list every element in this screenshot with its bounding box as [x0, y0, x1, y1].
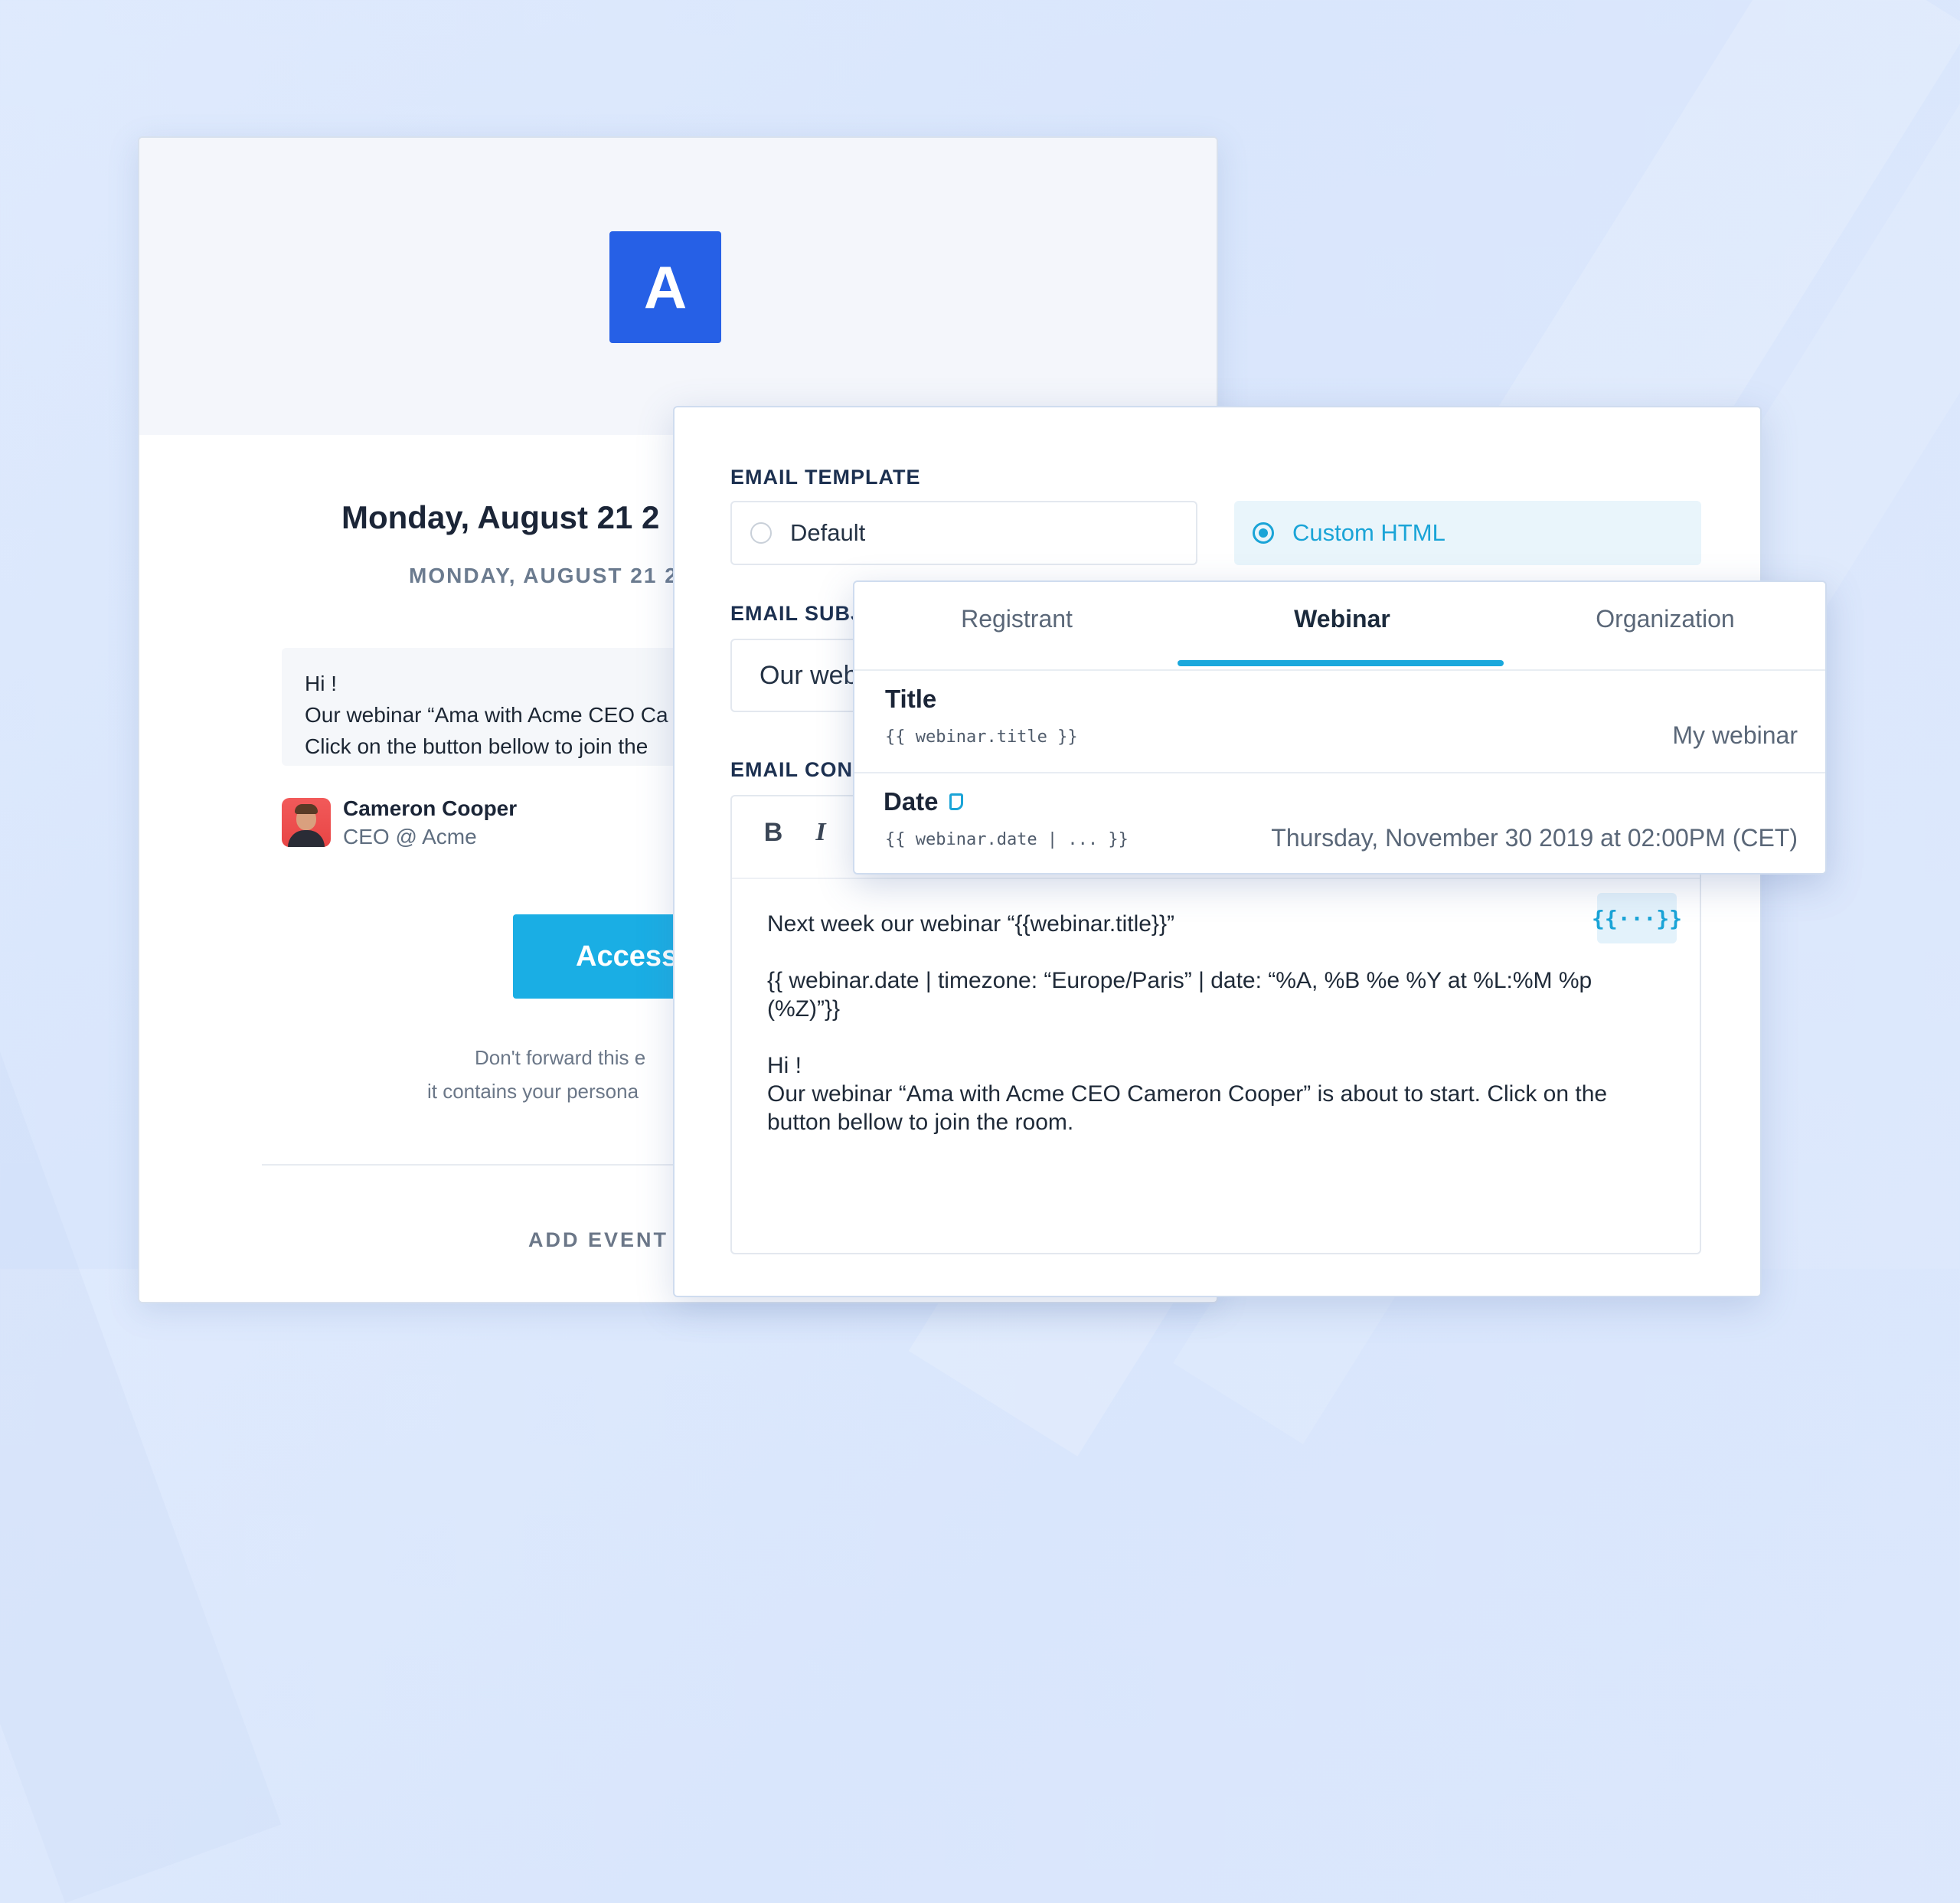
radio-unchecked-icon[interactable]	[750, 522, 772, 544]
italic-button[interactable]: I	[805, 818, 836, 847]
email-date-title: Monday, August 21 2	[341, 499, 660, 535]
add-event-link[interactable]: ADD EVENT T	[528, 1228, 691, 1252]
content-paragraph: Hi ! Our webinar “Ama with Acme CEO Came…	[767, 1053, 1608, 1135]
content-paragraph: {{ webinar.date | timezone: “Europe/Pari…	[767, 968, 1592, 1022]
avatar	[282, 798, 331, 847]
template-option-custom-html[interactable]: Custom HTML	[1234, 501, 1701, 565]
template-option-default[interactable]: Default	[730, 501, 1197, 565]
email-header: A	[139, 138, 1217, 435]
variable-name: Date	[884, 787, 963, 816]
signature-role: CEO @ Acme	[343, 825, 477, 849]
signature-name: Cameron Cooper	[343, 796, 518, 820]
tab-organization[interactable]: Organization	[1505, 605, 1825, 633]
email-subject-label: EMAIL SUBJ	[730, 602, 864, 625]
variable-sample-value: Thursday, November 30 2019 at 02:00PM (C…	[1271, 824, 1798, 852]
variable-row-title[interactable]: Title {{ webinar.title }} My webinar	[854, 671, 1825, 773]
email-template-label: EMAIL TEMPLATE	[730, 466, 921, 489]
variable-row-date[interactable]: Date {{ webinar.date | ... }} Thursday, …	[854, 773, 1825, 873]
tab-webinar[interactable]: Webinar	[1179, 605, 1505, 633]
footnote-line: Don't forward this e	[475, 1046, 646, 1069]
variable-code: {{ webinar.title }}	[885, 728, 1078, 747]
content-paragraph: Next week our webinar “{{webinar.title}}…	[767, 911, 1174, 937]
bold-button[interactable]: B	[758, 818, 789, 848]
email-content-label: EMAIL CONT	[730, 758, 867, 781]
variables-dropdown: Registrant Webinar Organization Title {{…	[853, 580, 1827, 875]
footnote-line: it contains your persona	[427, 1080, 639, 1103]
format-doc-icon[interactable]	[949, 793, 963, 810]
active-tab-indicator	[1178, 660, 1504, 666]
variable-name: Title	[885, 685, 937, 713]
tab-registrant[interactable]: Registrant	[854, 605, 1179, 633]
variables-tabs: Registrant Webinar Organization	[854, 582, 1825, 671]
email-date-subtitle: MONDAY, AUGUST 21 20	[409, 564, 692, 587]
option-label: Default	[790, 519, 866, 546]
option-label: Custom HTML	[1292, 519, 1446, 546]
variable-code: {{ webinar.date | ... }}	[885, 830, 1129, 849]
brand-logo: A	[609, 231, 721, 343]
email-content-text[interactable]: Next week our webinar “{{webinar.title}}…	[767, 910, 1655, 1165]
variable-sample-value: My webinar	[1672, 721, 1798, 749]
radio-checked-icon[interactable]	[1253, 522, 1274, 544]
